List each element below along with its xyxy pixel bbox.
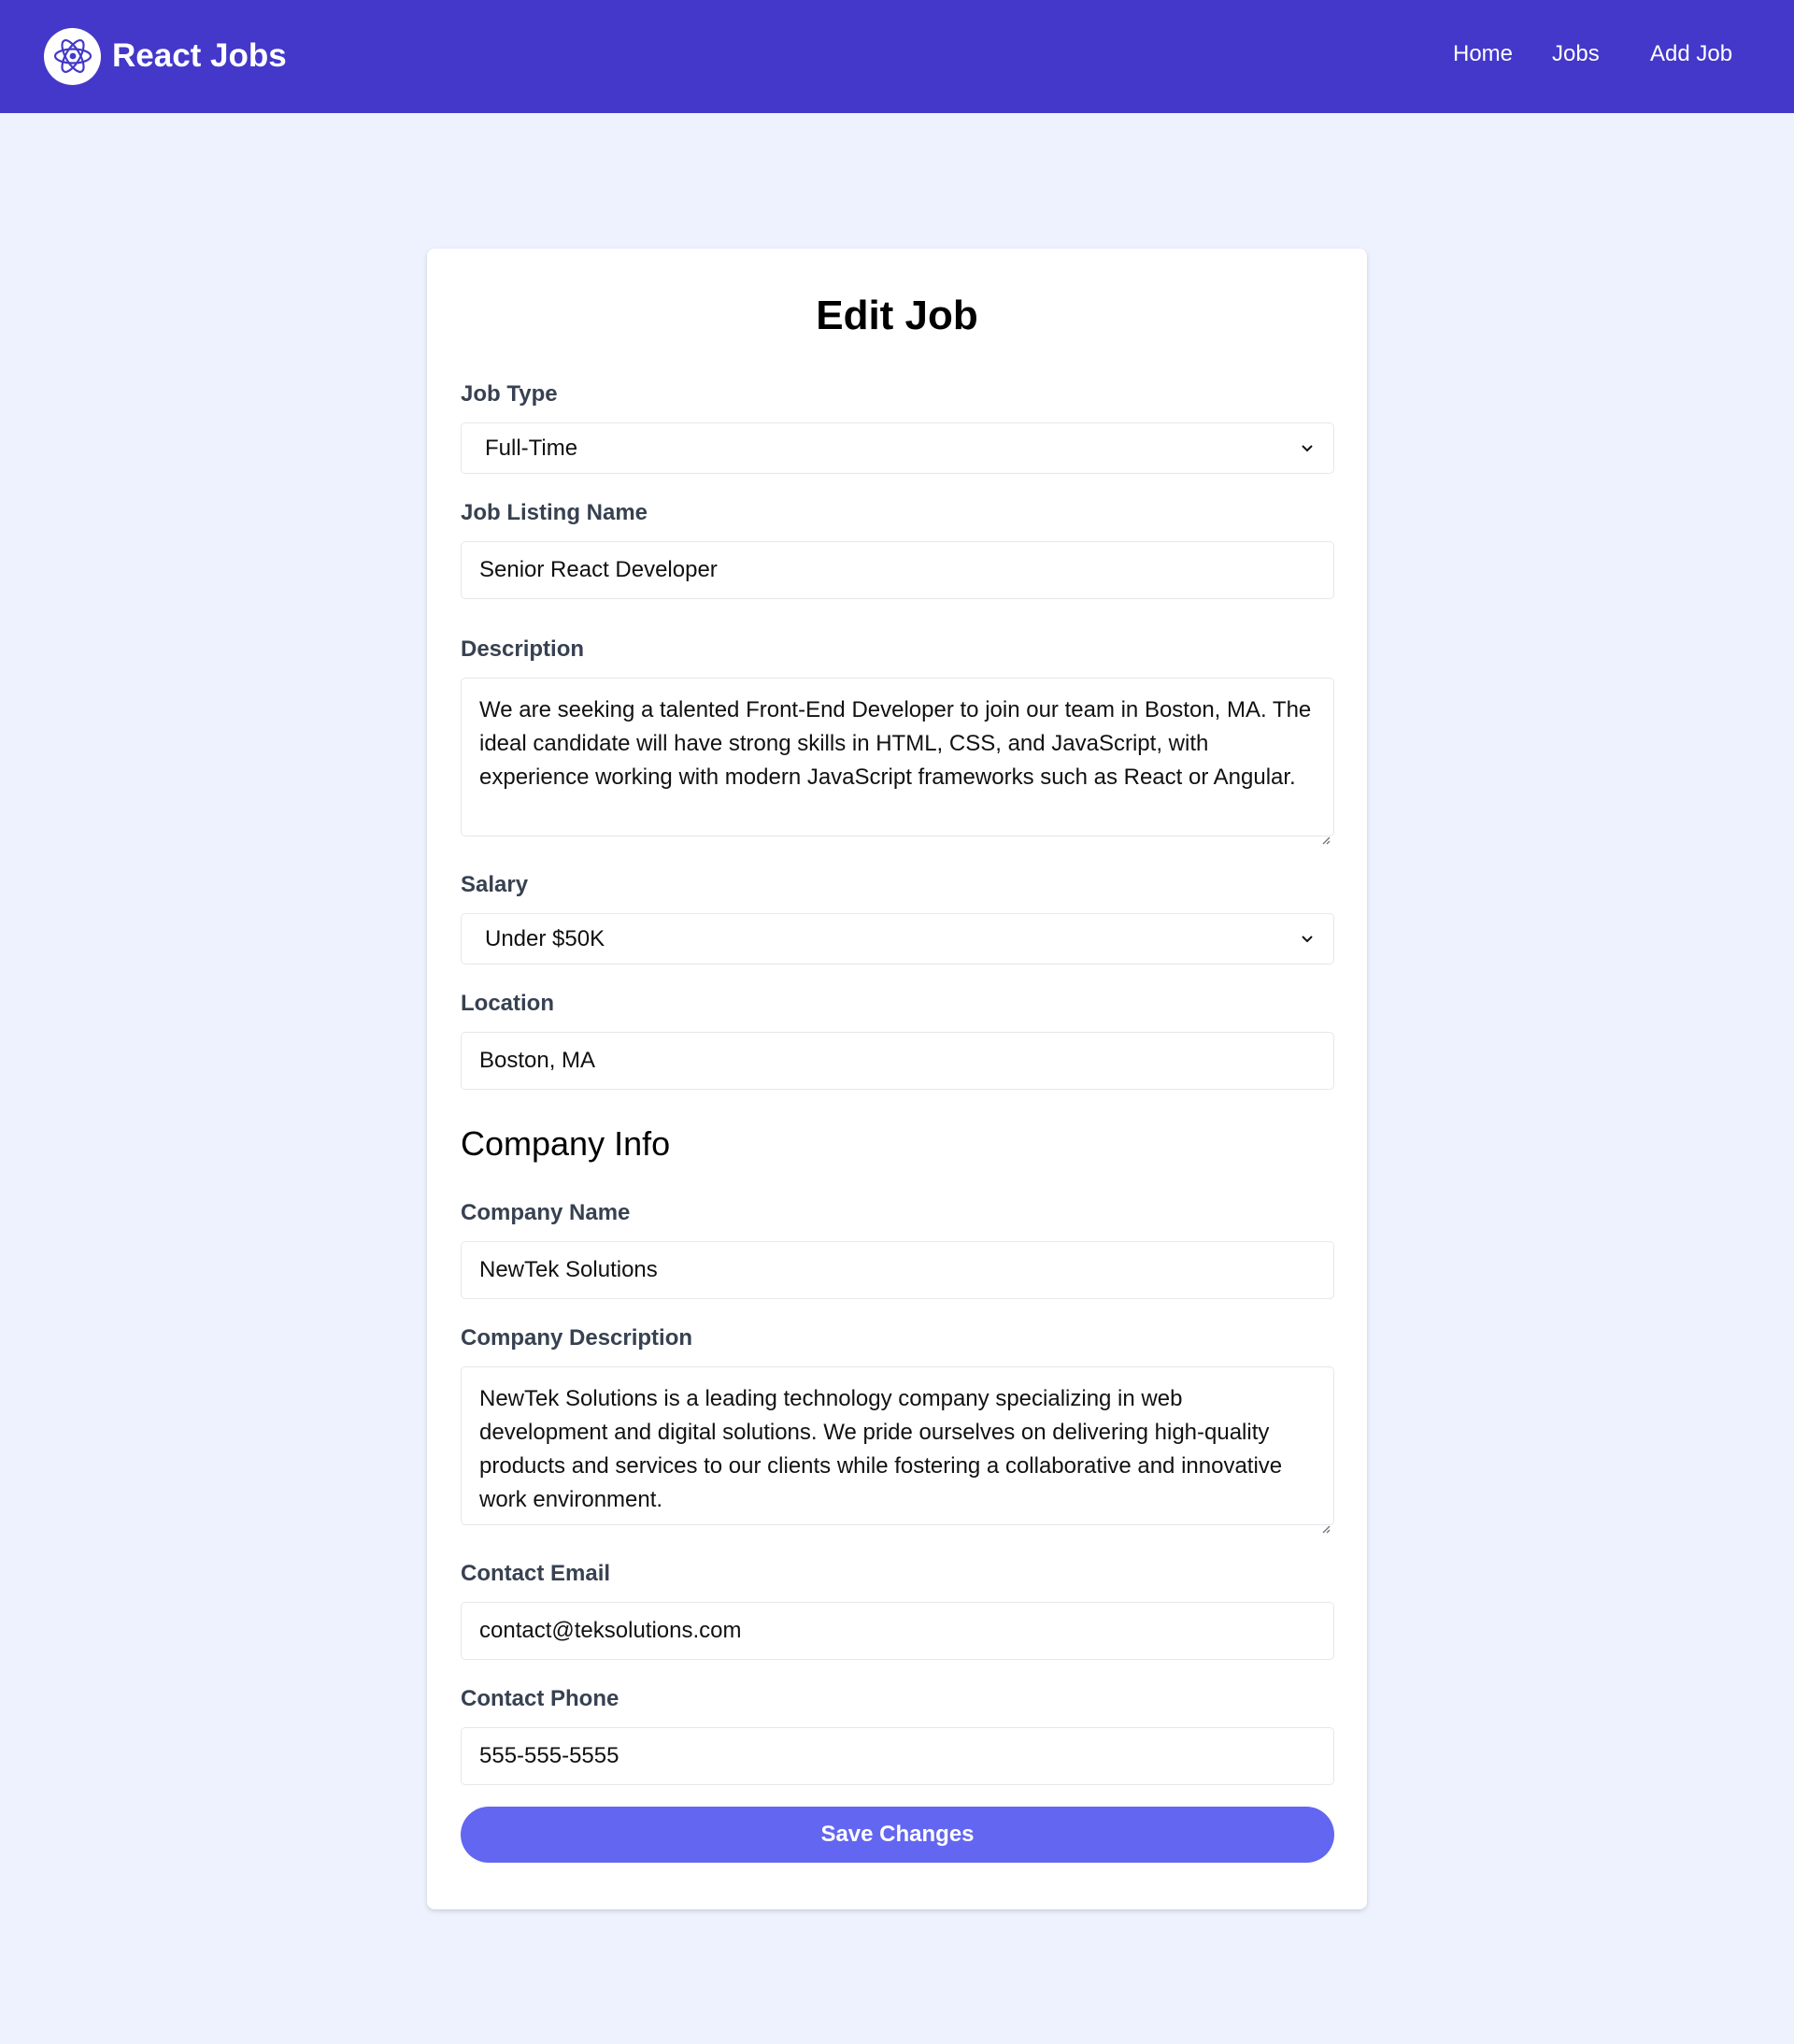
salary-select[interactable]: Under $50K [461,913,1334,965]
job-listing-name-label: Job Listing Name [461,500,648,525]
location-input[interactable]: Boston, MA [461,1032,1334,1090]
contact-phone-input[interactable]: 555-555-5555 [461,1727,1334,1785]
chevron-down-icon [1299,440,1316,457]
description-label: Description [461,636,585,662]
contact-email-input[interactable]: contact@teksolutions.com [461,1602,1334,1660]
react-atom-icon [44,27,101,85]
job-listing-name-value: Senior React Developer [479,557,718,582]
job-type-select[interactable]: Full-Time [461,422,1334,474]
nav-link-home[interactable]: Home [1453,41,1513,67]
company-name-input[interactable]: NewTek Solutions [461,1241,1334,1299]
salary-label: Salary [461,872,529,897]
company-name-value: NewTek Solutions [479,1257,658,1282]
page-title: Edit Job [816,293,978,338]
nav-link-jobs[interactable]: Jobs [1552,41,1600,67]
save-changes-button[interactable]: Save Changes [461,1807,1334,1863]
contact-email-label: Contact Email [461,1561,611,1586]
contact-phone-value: 555-555-5555 [479,1743,619,1768]
description-textarea[interactable]: We are seeking a talented Front-End Deve… [461,678,1334,845]
nav-link-add-job[interactable]: Add Job [1650,41,1732,67]
top-navbar: React Jobs Home Jobs Add Job [0,0,1794,113]
resize-handle-icon[interactable] [1319,822,1331,845]
job-type-label: Job Type [461,381,558,407]
brand-name: React Jobs [112,37,287,74]
edit-job-card: Edit Job Job Type Full-Time Job Listing … [427,249,1367,1909]
contact-phone-label: Contact Phone [461,1686,619,1711]
chevron-down-icon [1299,931,1316,948]
salary-value: Under $50K [485,925,605,951]
location-label: Location [461,991,554,1016]
company-description-textarea[interactable]: NewTek Solutions is a leading technology… [461,1366,1334,1534]
job-type-value: Full-Time [485,435,578,461]
description-value: We are seeking a talented Front-End Deve… [479,697,1312,790]
brand-link[interactable]: React Jobs [44,27,287,85]
location-value: Boston, MA [479,1048,596,1073]
resize-handle-icon[interactable] [1319,1510,1331,1534]
company-description-value: NewTek Solutions is a leading technology… [479,1386,1283,1512]
company-info-heading: Company Info [461,1124,671,1163]
company-name-label: Company Name [461,1200,631,1225]
contact-email-value: contact@teksolutions.com [479,1618,742,1643]
job-listing-name-input[interactable]: Senior React Developer [461,541,1334,599]
company-description-label: Company Description [461,1325,693,1351]
